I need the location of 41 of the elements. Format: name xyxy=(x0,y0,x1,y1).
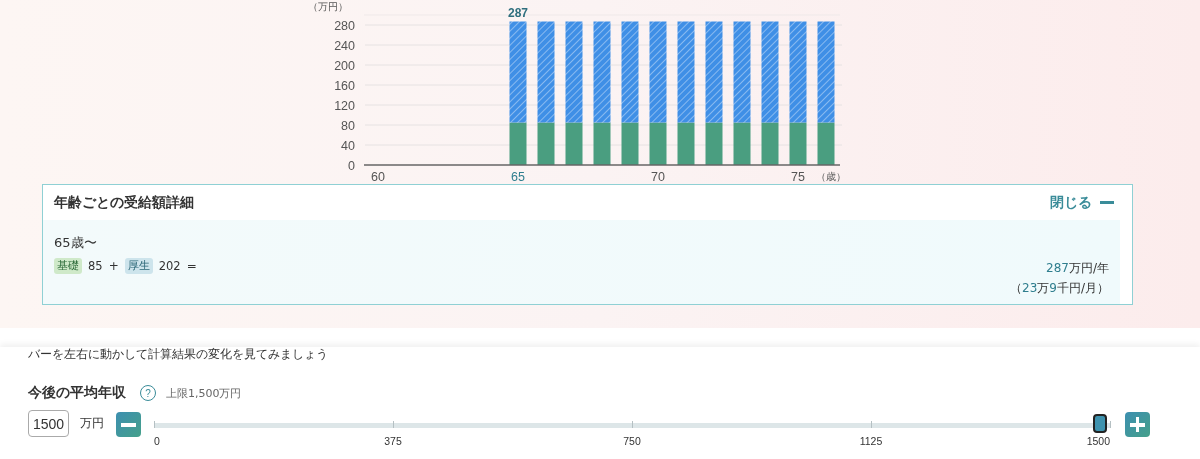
tick-label: 750 xyxy=(623,435,641,447)
tick-label: 375 xyxy=(384,435,402,447)
unit-label: 万円 xyxy=(80,416,104,431)
y-axis-label: 160 xyxy=(334,78,355,93)
y-axis-label: 200 xyxy=(334,58,355,73)
annual-amount: 287万円/年 xyxy=(1045,260,1109,277)
card-title: 年齢ごとの受給額詳細 xyxy=(54,193,194,212)
close-toggle[interactable]: 閉じる xyxy=(1050,193,1114,212)
y-axis-label: 120 xyxy=(334,98,355,113)
amount: 85 xyxy=(88,259,103,273)
x-axis-unit: （歳） xyxy=(816,171,846,182)
tick-label: 1500 xyxy=(1086,435,1110,447)
slider-thumb[interactable] xyxy=(1093,414,1107,433)
y-axis-label: 0 xyxy=(348,158,355,173)
x-axis-label: 70 xyxy=(651,170,665,184)
amount-input[interactable]: 1500 xyxy=(28,410,69,437)
bar-value-label: 287 xyxy=(508,5,528,20)
y-axis-unit: （万円） xyxy=(308,1,348,12)
x-axis-label: 60 xyxy=(371,170,385,184)
field-label: 今後の平均年収 xyxy=(28,384,126,402)
y-axis-label: 80 xyxy=(341,118,355,133)
pension-tag: 厚生 xyxy=(124,258,153,274)
equals-sign: = xyxy=(186,259,197,273)
x-axis-label: 65 xyxy=(511,170,525,184)
tick-label: 1125 xyxy=(859,435,883,447)
monthly-amount: （23万9千円/月） xyxy=(1010,280,1109,297)
limit-text: 上限1,500万円 xyxy=(166,385,242,401)
y-axis-label: 40 xyxy=(341,138,355,153)
age-label: 65歳〜 xyxy=(54,234,98,252)
increase-button[interactable] xyxy=(1125,412,1150,437)
plus-sign: + xyxy=(108,259,119,273)
minus-icon xyxy=(1100,201,1114,204)
x-axis-label: 75 xyxy=(791,170,805,184)
hint-text: バーを左右に動かして計算結果の変化を見てみましょう xyxy=(28,347,329,362)
help-icon[interactable]: ? xyxy=(140,385,156,401)
y-axis-label: 280 xyxy=(334,18,355,33)
pension-tag: 基礎 xyxy=(54,258,82,274)
decrease-button[interactable] xyxy=(116,412,141,437)
y-axis-label: 240 xyxy=(334,38,355,53)
amount: 202 xyxy=(158,259,181,273)
tick-label: 0 xyxy=(154,435,160,447)
